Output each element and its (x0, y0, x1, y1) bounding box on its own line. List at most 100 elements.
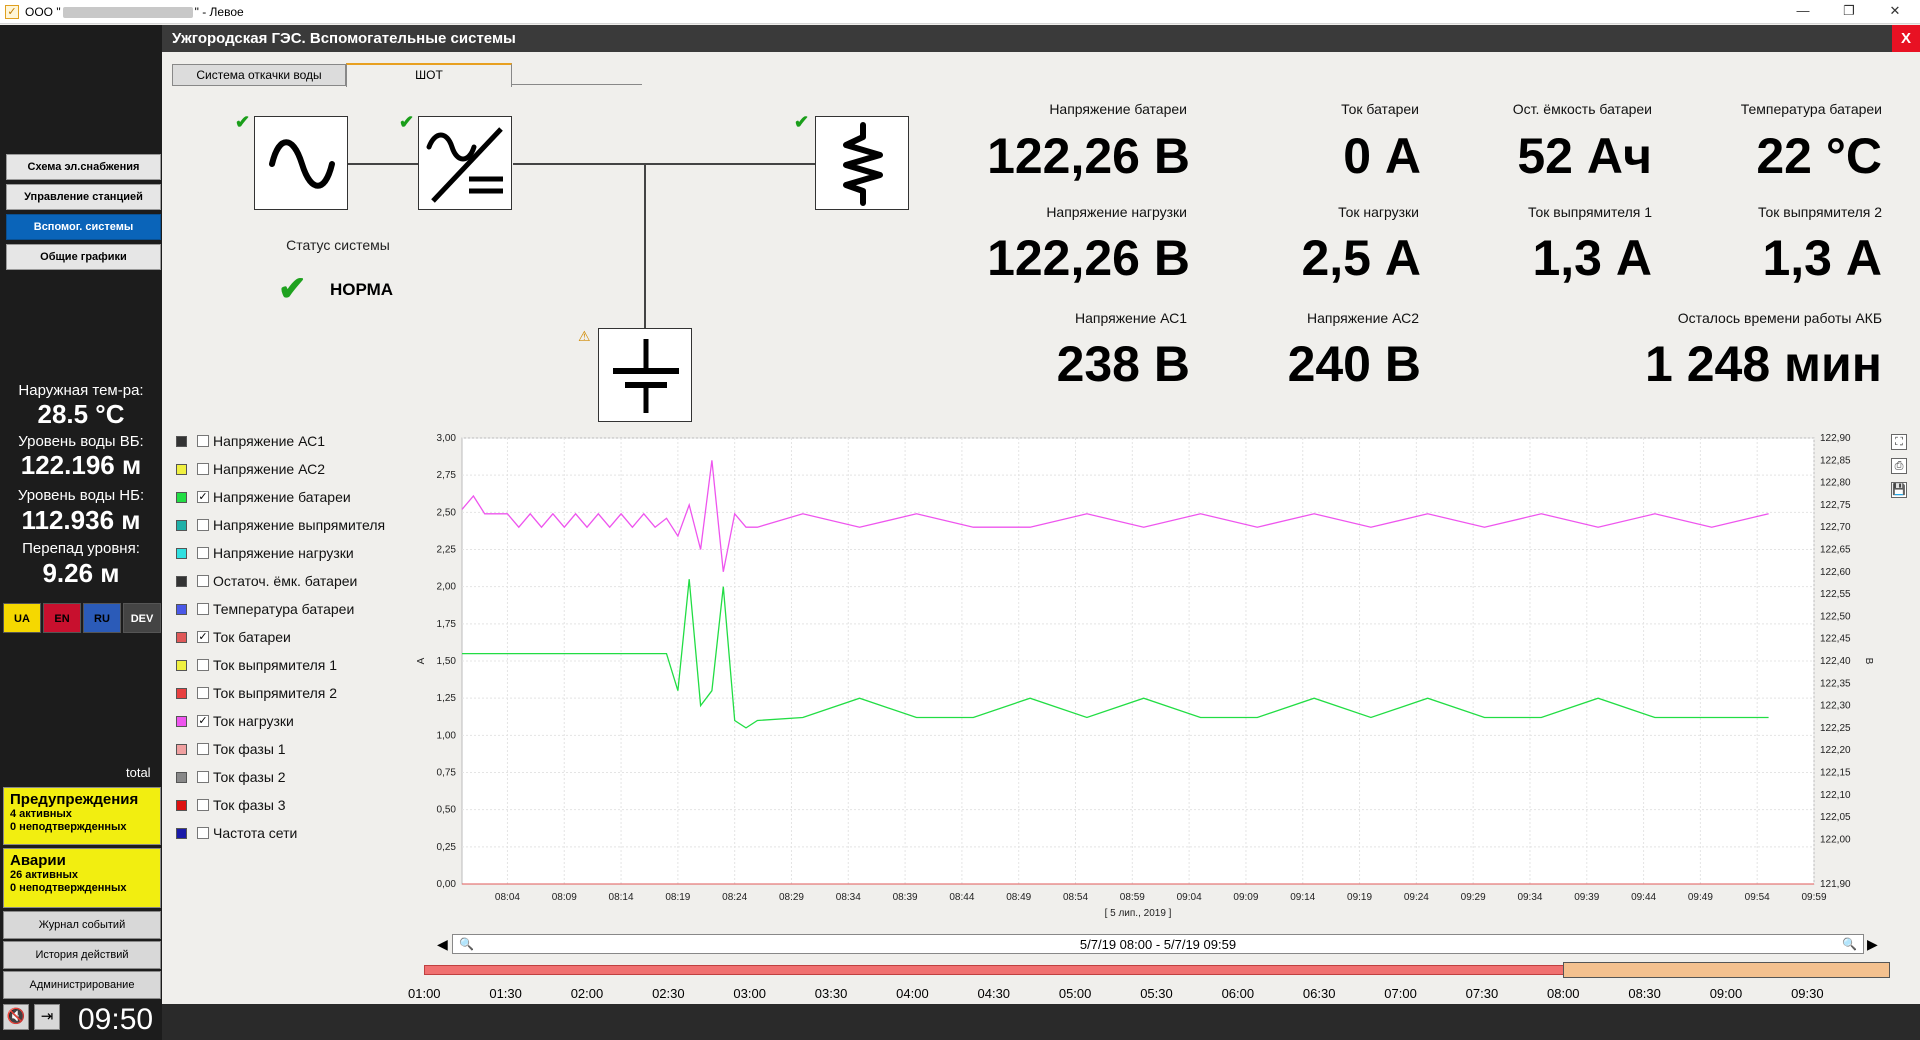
legend-color-swatch (176, 716, 187, 727)
legend-checkbox[interactable]: ✓ (197, 715, 209, 727)
administration-button[interactable]: Администрирование (3, 971, 161, 999)
close-page-button[interactable]: X (1892, 25, 1920, 52)
window-close-button[interactable]: ✕ (1872, 0, 1918, 24)
legend-item[interactable]: Напряжение нагрузки (176, 544, 416, 564)
legend-label: Напряжение батареи (213, 489, 351, 505)
rectifier-symbol[interactable] (418, 116, 512, 210)
load-symbol[interactable] (815, 116, 909, 210)
legend-item[interactable]: ✓ Ток нагрузки (176, 712, 416, 732)
system-status-label: Статус системы (286, 237, 390, 253)
legend-checkbox[interactable] (197, 659, 209, 671)
rect1-current-value: 1,3 А (1532, 230, 1652, 286)
y-tick-label: 2,50 (437, 507, 457, 518)
legend-item[interactable]: ✓ Ток батареи (176, 628, 416, 648)
battery-symbol[interactable] (598, 328, 692, 422)
legend-item[interactable]: Ток фазы 1 (176, 740, 416, 760)
fit-chart-icon[interactable]: ⛶ (1891, 434, 1907, 450)
y-tick-label: 1,25 (437, 693, 457, 704)
legend-checkbox[interactable] (197, 771, 209, 783)
x-tick-label: 08:54 (1063, 892, 1088, 903)
warnings-box[interactable]: Предупреждения 4 активных 0 неподтвержде… (3, 787, 161, 845)
lang-ua-button[interactable]: UA (3, 603, 41, 633)
legend-item[interactable]: Частота сети (176, 824, 416, 844)
battery-warning-icon: ⚠ (578, 328, 591, 344)
nav-station-control[interactable]: Управление станцией (6, 184, 161, 210)
logout-icon[interactable]: ⇥ (34, 1004, 60, 1030)
x-tick-label: 09:44 (1631, 892, 1656, 903)
range-prev-arrow-icon[interactable]: ◀ (437, 936, 448, 953)
left-panel: Схема эл.снабжения Управление станцией В… (0, 25, 162, 1040)
legend-checkbox[interactable] (197, 547, 209, 559)
ac-ok-check-icon: ✔ (235, 112, 251, 132)
legend-item[interactable]: Ток выпрямителя 1 (176, 656, 416, 676)
overview-tick-label: 09:30 (1791, 986, 1824, 1001)
legend-checkbox[interactable] (197, 463, 209, 475)
ac-source-symbol[interactable] (254, 116, 348, 210)
save-icon[interactable]: 💾 (1891, 482, 1907, 498)
print-icon[interactable]: ⎙ (1891, 458, 1907, 474)
legend-checkbox[interactable] (197, 435, 209, 447)
overview-selection-handle[interactable] (1563, 962, 1890, 978)
legend-checkbox[interactable] (197, 827, 209, 839)
legend-checkbox[interactable]: ✓ (197, 631, 209, 643)
legend-item[interactable]: Ток фазы 2 (176, 768, 416, 788)
lang-en-button[interactable]: EN (43, 603, 81, 633)
zoom-in-icon[interactable]: 🔍 (1842, 937, 1857, 951)
nav-aux-systems[interactable]: Вспомог. системы (6, 214, 161, 240)
legend-item[interactable]: ✓ Напряжение батареи (176, 488, 416, 508)
legend-checkbox[interactable] (197, 519, 209, 531)
legend-item[interactable]: Температура батареи (176, 600, 416, 620)
tab-shot[interactable]: ШОТ (346, 63, 512, 87)
legend-item[interactable]: Ток фазы 3 (176, 796, 416, 816)
x-tick-label: 08:24 (722, 892, 747, 903)
legend-color-swatch (176, 744, 187, 755)
legend-color-swatch (176, 464, 187, 475)
legend-item[interactable]: Напряжение выпрямителя (176, 516, 416, 536)
alarms-active: 26 активных (10, 869, 78, 881)
warnings-active: 4 активных (10, 808, 72, 820)
overview-tick-label: 05:00 (1058, 986, 1092, 1001)
overview-tick-label: 09:00 (1709, 986, 1743, 1001)
tab-water-pumping[interactable]: Система откачки воды (172, 64, 346, 86)
y-right-tick-label: 122,65 (1820, 545, 1851, 556)
ac2-voltage-label: Напряжение АС2 (1307, 310, 1419, 326)
lang-dev-button[interactable]: DEV (123, 603, 161, 633)
y-tick-label: 2,75 (437, 470, 457, 481)
legend-checkbox[interactable] (197, 799, 209, 811)
window-title: ООО " " - Левое (25, 5, 244, 19)
legend-color-swatch (176, 800, 187, 811)
legend-item[interactable]: Напряжение АС1 (176, 432, 416, 452)
overview-tick-label: 03:30 (814, 986, 848, 1001)
legend-checkbox[interactable] (197, 687, 209, 699)
y-right-tick-label: 122,60 (1820, 567, 1851, 578)
app-icon: ✓ (5, 5, 19, 19)
alarms-title: Аварии (10, 852, 66, 869)
legend-item[interactable]: Напряжение АС2 (176, 460, 416, 480)
window-title-bar: ✓ ООО " " - Левое — ❐ ✕ (0, 0, 1920, 24)
wire-rectifier-load (513, 163, 815, 165)
legend-checkbox[interactable] (197, 575, 209, 587)
legend-item[interactable]: Ток выпрямителя 2 (176, 684, 416, 704)
alarms-box[interactable]: Аварии 26 активных 0 неподтвержденных (3, 848, 161, 908)
action-history-button[interactable]: История действий (3, 941, 161, 969)
x-tick-label: 09:19 (1347, 892, 1372, 903)
legend-item[interactable]: Остаточ. ёмк. батареи (176, 572, 416, 592)
battery-current-value: 0 А (1343, 128, 1421, 184)
mute-icon[interactable]: 🔇 (3, 1004, 29, 1030)
event-log-button[interactable]: Журнал событий (3, 911, 161, 939)
maximize-button[interactable]: ❐ (1826, 0, 1872, 24)
water-vb-value: 122.196 м (20, 450, 142, 480)
legend-checkbox[interactable]: ✓ (197, 491, 209, 503)
overview-tick-label: 03:00 (733, 986, 766, 1001)
legend-label: Напряжение нагрузки (213, 545, 354, 561)
nav-power-scheme[interactable]: Схема эл.снабжения (6, 154, 161, 180)
minimize-button[interactable]: — (1780, 0, 1826, 24)
legend-checkbox[interactable] (197, 743, 209, 755)
legend-checkbox[interactable] (197, 603, 209, 615)
trend-chart: 08:04 08:09 08:14 08:19 08:24 08:29 08:34 08:39… (410, 430, 1880, 930)
legend-label: Остаточ. ёмк. батареи (213, 573, 358, 589)
lang-ru-button[interactable]: RU (83, 603, 121, 633)
time-range-bar[interactable]: 🔍 5/7/19 08:00 - 5/7/19 09:59 🔍 (452, 934, 1864, 954)
nav-common-charts[interactable]: Общие графики (6, 244, 161, 270)
range-next-arrow-icon[interactable]: ▶ (1867, 936, 1878, 953)
